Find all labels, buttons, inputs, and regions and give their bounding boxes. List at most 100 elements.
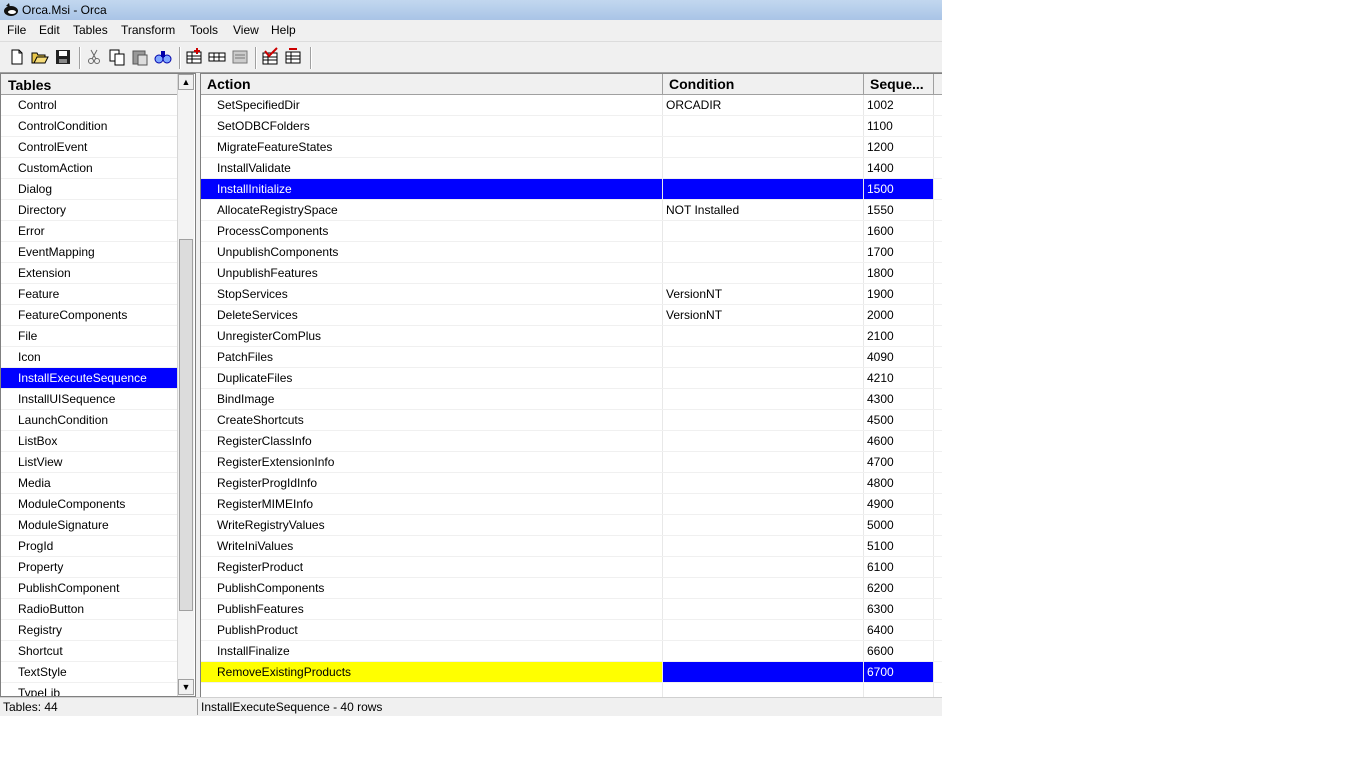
open-folder-icon[interactable]: [30, 47, 50, 67]
condition-cell[interactable]: [663, 515, 864, 535]
table-item-controlevent[interactable]: ControlEvent: [1, 137, 177, 158]
sequence-cell[interactable]: 4500: [864, 410, 934, 430]
sequence-cell[interactable]: 6100: [864, 557, 934, 577]
condition-cell[interactable]: [663, 494, 864, 514]
table-row[interactable]: MigrateFeatureStates 1200: [201, 137, 942, 158]
condition-cell[interactable]: NOT Installed: [663, 200, 864, 220]
table-row[interactable]: UnregisterComPlus 2100: [201, 326, 942, 347]
sequence-cell[interactable]: 4210: [864, 368, 934, 388]
menu-view[interactable]: View: [233, 23, 259, 37]
menu-tools[interactable]: Tools: [190, 23, 218, 37]
sequence-cell[interactable]: [864, 683, 934, 697]
find-icon[interactable]: [153, 47, 173, 67]
tables-scrollbar[interactable]: ▲ ▼: [177, 74, 194, 696]
action-cell[interactable]: SetSpecifiedDir: [201, 95, 663, 115]
table-row[interactable]: InstallFinalize 6600: [201, 641, 942, 662]
add-table-icon[interactable]: [184, 47, 204, 67]
table-row[interactable]: PublishProduct 6400: [201, 620, 942, 641]
sequence-cell[interactable]: 6700: [864, 662, 934, 682]
table-item-dialog[interactable]: Dialog: [1, 179, 177, 200]
condition-cell[interactable]: [663, 347, 864, 367]
table-row[interactable]: PublishComponents 6200: [201, 578, 942, 599]
table-item-registry[interactable]: Registry: [1, 620, 177, 641]
table-row[interactable]: WriteIniValues 5100: [201, 536, 942, 557]
table-item-typelib[interactable]: TypeLib: [1, 683, 177, 696]
action-cell[interactable]: WriteIniValues: [201, 536, 663, 556]
table-row[interactable]: DeleteServices VersionNT 2000: [201, 305, 942, 326]
table-item-media[interactable]: Media: [1, 473, 177, 494]
menu-tables[interactable]: Tables: [73, 23, 108, 37]
action-cell[interactable]: AllocateRegistrySpace: [201, 200, 663, 220]
action-cell[interactable]: InstallFinalize: [201, 641, 663, 661]
sequence-cell[interactable]: 6200: [864, 578, 934, 598]
sequence-cell[interactable]: 1100: [864, 116, 934, 136]
table-item-launchcondition[interactable]: LaunchCondition: [1, 410, 177, 431]
sequence-cell[interactable]: 5000: [864, 515, 934, 535]
action-cell[interactable]: DeleteServices: [201, 305, 663, 325]
condition-cell[interactable]: [663, 368, 864, 388]
sequence-cell[interactable]: 1800: [864, 263, 934, 283]
condition-cell[interactable]: [663, 620, 864, 640]
condition-cell[interactable]: [663, 452, 864, 472]
sequence-cell[interactable]: 4090: [864, 347, 934, 367]
action-cell[interactable]: PublishFeatures: [201, 599, 663, 619]
action-cell[interactable]: WriteRegistryValues: [201, 515, 663, 535]
condition-cell[interactable]: [663, 683, 864, 697]
action-cell[interactable]: MigrateFeatureStates: [201, 137, 663, 157]
table-row[interactable]: PatchFiles 4090: [201, 347, 942, 368]
action-cell[interactable]: UnregisterComPlus: [201, 326, 663, 346]
table-row[interactable]: AllocateRegistrySpace NOT Installed 1550: [201, 200, 942, 221]
condition-cell[interactable]: [663, 263, 864, 283]
action-cell[interactable]: RegisterExtensionInfo: [201, 452, 663, 472]
table-row[interactable]: RegisterClassInfo 4600: [201, 431, 942, 452]
column-header-sequence[interactable]: Seque...: [864, 74, 934, 94]
table-item-textstyle[interactable]: TextStyle: [1, 662, 177, 683]
condition-cell[interactable]: [663, 389, 864, 409]
table-item-publishcomponent[interactable]: PublishComponent: [1, 578, 177, 599]
table-item-listbox[interactable]: ListBox: [1, 431, 177, 452]
condition-cell[interactable]: [663, 599, 864, 619]
scroll-down-arrow-icon[interactable]: ▼: [178, 679, 194, 695]
table-item-property[interactable]: Property: [1, 557, 177, 578]
action-cell[interactable]: InstallValidate: [201, 158, 663, 178]
table-item-control[interactable]: Control: [1, 95, 177, 116]
action-cell[interactable]: PatchFiles: [201, 347, 663, 367]
table-item-eventmapping[interactable]: EventMapping: [1, 242, 177, 263]
sequence-cell[interactable]: 6300: [864, 599, 934, 619]
sequence-cell[interactable]: 6600: [864, 641, 934, 661]
condition-cell[interactable]: [663, 473, 864, 493]
table-item-icon[interactable]: Icon: [1, 347, 177, 368]
table-row[interactable]: ProcessComponents 1600: [201, 221, 942, 242]
action-cell[interactable]: SetODBCFolders: [201, 116, 663, 136]
condition-cell[interactable]: [663, 431, 864, 451]
table-row[interactable]: [201, 683, 942, 697]
table-row[interactable]: CreateShortcuts 4500: [201, 410, 942, 431]
condition-cell[interactable]: VersionNT: [663, 305, 864, 325]
table-row[interactable]: BindImage 4300: [201, 389, 942, 410]
sequence-cell[interactable]: 4900: [864, 494, 934, 514]
table-item-installuisequence[interactable]: InstallUISequence: [1, 389, 177, 410]
menu-help[interactable]: Help: [271, 23, 296, 37]
sequence-cell[interactable]: 4700: [864, 452, 934, 472]
table-row[interactable]: SetSpecifiedDir ORCADIR 1002: [201, 95, 942, 116]
table-item-listview[interactable]: ListView: [1, 452, 177, 473]
table-row[interactable]: WriteRegistryValues 5000: [201, 515, 942, 536]
scroll-up-arrow-icon[interactable]: ▲: [178, 74, 194, 90]
table-item-feature[interactable]: Feature: [1, 284, 177, 305]
action-cell[interactable]: RegisterProduct: [201, 557, 663, 577]
drop-table-icon[interactable]: [283, 47, 303, 67]
paste-icon[interactable]: [130, 47, 150, 67]
action-cell[interactable]: ProcessComponents: [201, 221, 663, 241]
table-item-error[interactable]: Error: [1, 221, 177, 242]
new-file-icon[interactable]: [7, 47, 27, 67]
table-row[interactable]: StopServices VersionNT 1900: [201, 284, 942, 305]
sequence-cell[interactable]: 1700: [864, 242, 934, 262]
table-row[interactable]: PublishFeatures 6300: [201, 599, 942, 620]
condition-cell[interactable]: VersionNT: [663, 284, 864, 304]
condition-cell[interactable]: [663, 326, 864, 346]
table-row[interactable]: DuplicateFiles 4210: [201, 368, 942, 389]
table-row[interactable]: InstallValidate 1400: [201, 158, 942, 179]
sequence-cell[interactable]: 1600: [864, 221, 934, 241]
menu-file[interactable]: File: [7, 23, 26, 37]
condition-cell[interactable]: [663, 158, 864, 178]
